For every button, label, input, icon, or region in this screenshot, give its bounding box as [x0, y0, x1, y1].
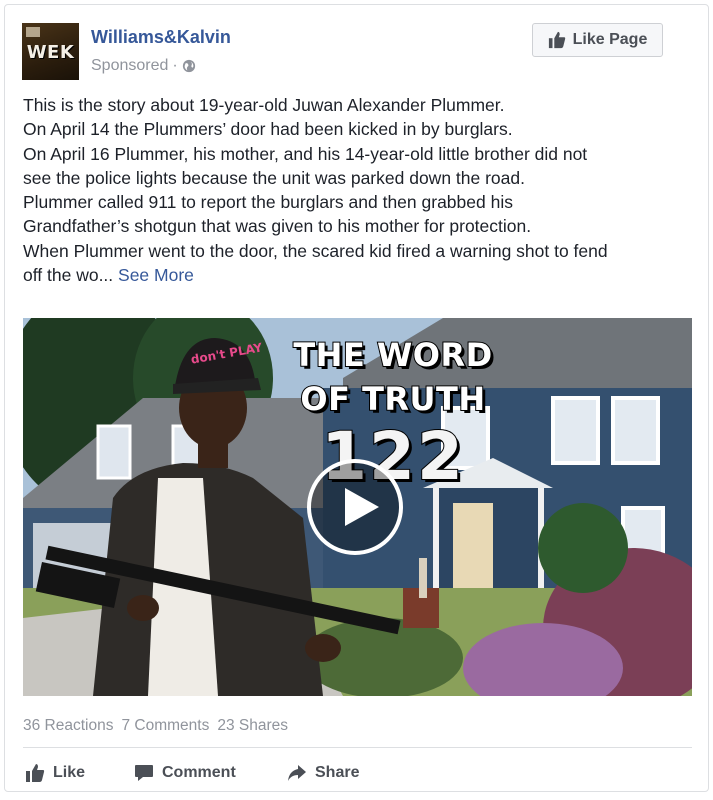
post-body-text: This is the story about 19-year-old Juwa… [23, 93, 695, 287]
like-label: Like [53, 764, 86, 781]
actions-divider [23, 747, 692, 748]
video-thumbnail[interactable]: don't PLAY THE WORD OF TRUTH 122 [23, 318, 692, 696]
post-actions-bar: Like Comment Share [5, 758, 708, 788]
post-text-line: Grandfather’s shotgun that was given to … [23, 216, 532, 237]
post-text-line: This is the story about 19-year-old Juwa… [23, 95, 505, 115]
share-arrow-icon [288, 765, 306, 781]
like-page-label: Like Page [572, 31, 648, 48]
post-text-line: see the police lights because the unit w… [23, 167, 525, 188]
play-icon[interactable] [307, 459, 403, 555]
like-button[interactable]: Like [25, 758, 85, 788]
page-name-link[interactable]: Williams&Kalvin [91, 27, 231, 48]
video-title-line2: OF TRUTH [299, 379, 486, 419]
page-avatar[interactable]: WEK [22, 23, 79, 80]
video-title-line1: THE WORD [292, 335, 493, 375]
post-text-line: Plummer called 911 to report the burglar… [23, 192, 513, 213]
sponsored-row: Sponsored · [91, 57, 196, 75]
sponsored-label[interactable]: Sponsored [91, 57, 168, 75]
post-text-line: When Plummer went to the door, the scare… [23, 240, 608, 261]
see-more-link[interactable]: See More [118, 265, 194, 285]
thumbs-up-icon [548, 31, 565, 49]
comment-label: Comment [162, 764, 236, 781]
avatar-decoration [26, 27, 40, 37]
share-label: Share [315, 764, 360, 781]
comment-button[interactable]: Comment [134, 758, 236, 788]
meta-separator: · [172, 57, 178, 74]
comment-bubble-icon [135, 765, 153, 781]
comments-count[interactable]: 7 Comments [121, 717, 209, 735]
post-text-line: On April 16 Plummer, his mother, and his… [23, 143, 588, 164]
post-text-line: On April 14 the Plummers’ door had been … [23, 119, 513, 140]
avatar-logo-text: WEK [26, 42, 75, 63]
thumbs-up-icon [26, 764, 45, 782]
sponsored-post-card: WEK Williams&Kalvin Sponsored · Like Pag… [4, 4, 709, 792]
globe-icon[interactable] [182, 59, 196, 73]
like-page-button[interactable]: Like Page [532, 23, 663, 57]
engagement-stats: 36 Reactions 7 Comments 23 Shares [23, 717, 288, 735]
shares-count[interactable]: 23 Shares [217, 717, 288, 735]
post-text-last-line: off the wo... See More [23, 263, 695, 287]
post-text-truncated: off the wo... [23, 265, 114, 286]
reactions-count[interactable]: 36 Reactions [23, 717, 113, 735]
share-button[interactable]: Share [287, 758, 359, 788]
